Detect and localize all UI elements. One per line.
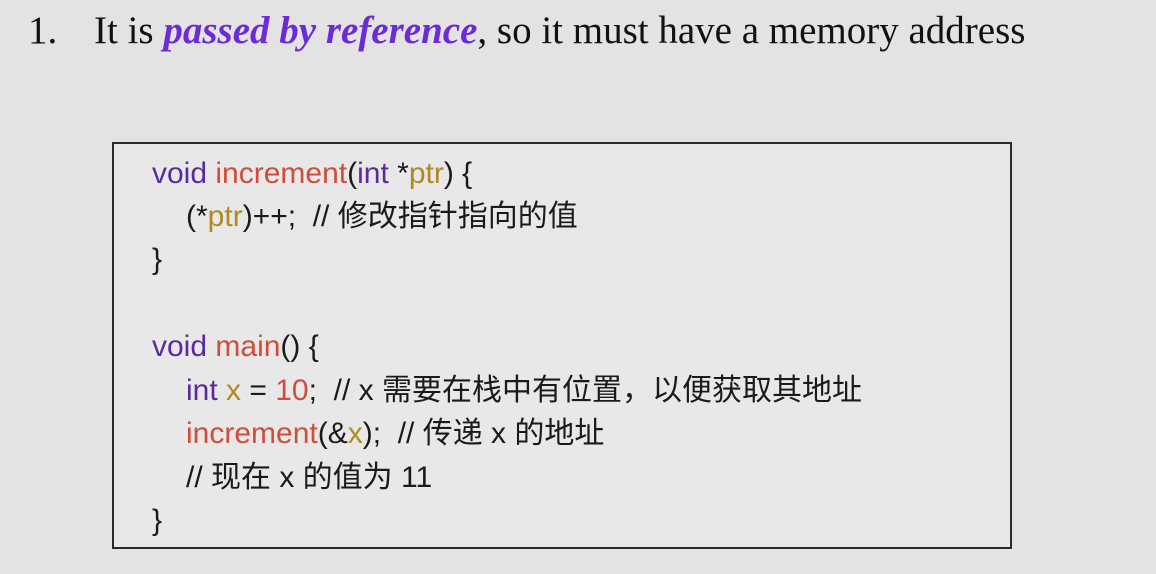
code-line-8: // 现在 x 的值为 11 [152,456,432,500]
code-punct: ) { [443,157,473,190]
code-line-5: void main() { [152,325,319,369]
code-line-9: } [152,499,162,543]
code-line-1: void increment(int *ptr) { [152,152,472,196]
code-line-2: (*ptr)++; // 修改指针指向的值 [152,195,578,239]
heading-text-before: It is [94,9,164,52]
heading-emphasis: passed by reference [163,9,478,52]
code-punct: } [152,243,163,276]
code-function: main [215,330,281,363]
code-punct: } [152,504,163,537]
code-function: increment [186,417,318,450]
code-block: void increment(int *ptr) { (*ptr)++; // … [112,142,1012,549]
code-punct: * [388,157,409,190]
code-punct: () { [280,330,319,363]
code-punct: (& [317,417,348,450]
code-comment: // 现在 x 的值为 11 [186,461,433,494]
code-variable: x [347,417,363,450]
code-comment: ; // x 需要在栈中有位置，以便获取其地址 [308,374,862,407]
code-comment: ); // 传递 x 的地址 [362,417,605,450]
code-keyword: int [357,157,389,190]
code-keyword: void [152,157,208,190]
code-punct: = [241,374,276,407]
code-variable: x [226,374,242,407]
code-line-7: increment(&x); // 传递 x 的地址 [152,412,604,456]
code-variable: ptr [207,200,243,233]
code-function: increment [215,157,348,190]
code-comment: )++; // 修改指针指向的值 [242,200,578,233]
code-line-6: int x = 10; // x 需要在栈中有位置，以便获取其地址 [152,369,862,413]
code-line-3: } [152,238,162,282]
code-punct: (* [186,200,208,233]
code-punct: ( [347,157,358,190]
code-keyword: int [186,374,218,407]
code-keyword: void [152,330,208,363]
slide-heading: 1. It is passed by reference, so it must … [28,6,1025,56]
list-number: 1. [28,9,58,52]
code-number: 10 [275,374,309,407]
heading-text-after: , so it must have a memory address [477,9,1026,52]
code-variable: ptr [408,157,444,190]
